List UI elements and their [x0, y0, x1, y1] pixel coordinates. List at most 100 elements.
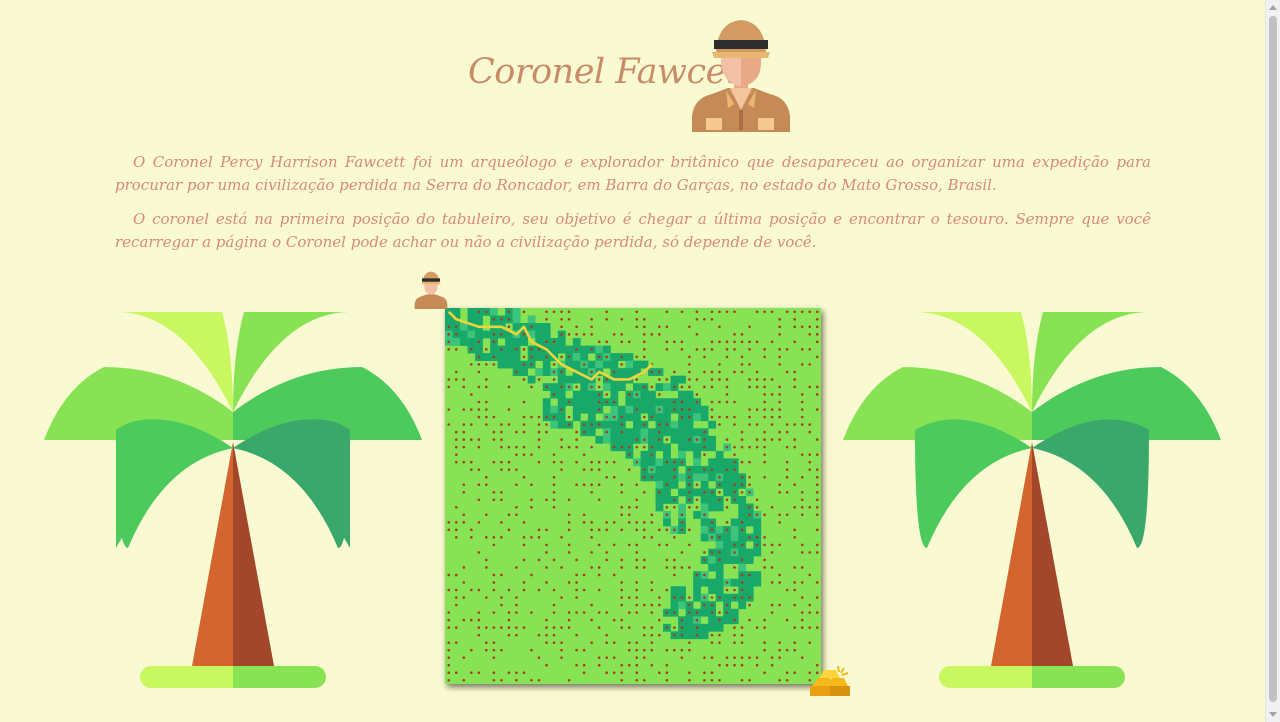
board-cell-jungle	[572, 338, 581, 346]
board-cell-marker	[635, 498, 639, 502]
board-cell-marker	[530, 453, 533, 456]
board-cell-marker	[605, 521, 608, 524]
board-cell-jungle	[700, 405, 709, 414]
board-cell-marker	[793, 641, 796, 644]
board-cell-marker	[635, 566, 639, 569]
board-cell-jungle	[527, 375, 536, 384]
board-cell-marker	[545, 528, 548, 532]
board-cell-marker	[447, 641, 451, 644]
board-cell-marker	[612, 618, 616, 622]
scroll-up-arrow-icon[interactable]	[1269, 5, 1277, 10]
board-cell-jungle	[730, 556, 739, 564]
board-cell-marker	[673, 370, 676, 374]
board-cell-jungle	[693, 443, 701, 452]
board-cell-marker	[500, 536, 503, 539]
board-cell-marker	[507, 408, 511, 411]
board-cell-marker	[605, 641, 608, 644]
board-cell-marker	[500, 348, 503, 351]
board-cell-marker	[492, 671, 496, 675]
board-cell-marker	[748, 536, 751, 539]
board-cell-marker	[470, 588, 473, 592]
board-cell-marker	[515, 633, 518, 637]
board-cell-marker	[612, 641, 616, 644]
board-cell-jungle	[678, 586, 686, 595]
board-cell-marker	[582, 573, 586, 577]
board-cell-marker	[665, 505, 669, 509]
board-cell-marker	[800, 490, 804, 494]
game-board[interactable]	[445, 308, 821, 684]
board-cell-marker	[725, 340, 729, 344]
board-cell-marker	[560, 460, 563, 464]
board-cell-marker	[515, 626, 518, 629]
board-cell-marker	[703, 317, 706, 321]
board-cell-marker	[740, 483, 744, 487]
board-cell-jungle	[745, 586, 754, 595]
board-cell-marker	[590, 385, 593, 389]
board-cell-marker	[665, 611, 669, 614]
board-cell-marker	[710, 671, 714, 675]
board-cell-jungle	[655, 480, 664, 489]
board-cell-marker	[627, 340, 631, 344]
board-cell-jungle	[550, 345, 559, 354]
board-cell-jungle	[730, 518, 739, 527]
board-cell-marker	[740, 363, 744, 366]
board-cell-marker	[650, 626, 654, 629]
board-cell-marker	[612, 656, 616, 659]
board-cell-jungle	[595, 435, 604, 444]
board-cell-marker	[597, 626, 601, 629]
board-cell-marker	[635, 505, 639, 509]
board-cell-marker	[740, 438, 744, 441]
board-cell-marker	[642, 423, 646, 426]
board-cell-marker	[748, 678, 751, 682]
board-cell-jungle	[565, 375, 574, 384]
board-cell-jungle	[572, 360, 581, 369]
board-cell-marker	[748, 603, 751, 607]
board-cell-marker	[635, 317, 639, 321]
board-cell-marker	[530, 648, 533, 652]
board-cell-marker	[710, 400, 714, 404]
board-cell-jungle	[580, 383, 589, 392]
board-cell-marker	[515, 453, 518, 456]
board-cell-jungle	[542, 323, 551, 331]
board-cell-marker	[793, 528, 796, 532]
board-cell-marker	[590, 317, 593, 321]
board-cell-marker	[665, 528, 669, 532]
board-cell-marker	[793, 536, 796, 539]
board-cell-marker	[800, 611, 804, 614]
board-cell-marker	[650, 468, 654, 471]
board-cell-marker	[597, 393, 601, 396]
board-cell-marker	[447, 573, 451, 577]
board-cell-marker	[500, 333, 503, 336]
board-cell-marker	[748, 505, 751, 509]
board-cell-jungle	[527, 315, 536, 324]
board-cell-marker	[635, 310, 639, 314]
board-cell-marker	[492, 588, 496, 592]
board-cell-marker	[740, 430, 744, 434]
board-cell-jungle	[648, 405, 656, 414]
board-cell-jungle	[663, 450, 671, 459]
board-cell-marker	[537, 633, 541, 637]
board-cell-marker	[462, 618, 466, 622]
board-cell-jungle	[655, 503, 664, 512]
board-cell-marker	[485, 483, 488, 487]
scroll-thumb[interactable]	[1269, 16, 1277, 702]
board-cell-jungle	[663, 473, 671, 482]
board-cell-jungle	[610, 390, 619, 399]
board-cell-jungle	[663, 398, 671, 407]
board-cell-marker	[748, 483, 751, 487]
board-cell-marker	[733, 588, 736, 592]
page-scrollbar[interactable]	[1265, 0, 1280, 722]
board-cell-marker	[785, 475, 789, 479]
board-cell-marker	[462, 408, 466, 411]
board-cell-jungle	[715, 578, 724, 587]
palm-tree-icon	[44, 312, 422, 688]
board-cell-marker	[658, 430, 661, 434]
board-cell-marker	[793, 588, 796, 592]
board-cell-marker	[718, 325, 721, 329]
board-cell-marker	[733, 663, 736, 667]
board-cell-marker	[485, 536, 488, 539]
scroll-down-arrow-icon[interactable]	[1269, 712, 1277, 717]
board-cell-marker	[620, 566, 624, 569]
board-cell-marker	[477, 438, 481, 441]
board-cell-marker	[733, 445, 736, 449]
